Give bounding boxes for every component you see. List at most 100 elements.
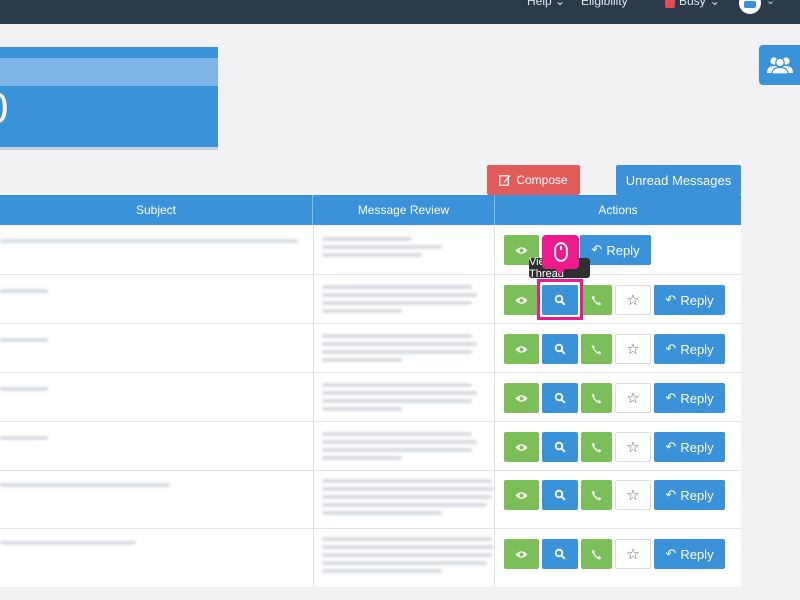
- unread-messages-label: Unread Messages: [625, 172, 732, 188]
- reply-icon: ↶: [665, 546, 677, 561]
- view-thread-button[interactable]: [542, 432, 578, 462]
- blurred-subject: [0, 239, 298, 243]
- nav-eligibility[interactable]: Eligibility: [581, 0, 628, 8]
- mouse-icon: [553, 242, 568, 262]
- search-icon: [554, 548, 566, 560]
- column-header-subject[interactable]: Subject: [0, 195, 313, 225]
- mouse-click-indicator: [542, 235, 579, 269]
- blurred-review: [322, 383, 472, 387]
- eye-icon: [515, 345, 528, 353]
- search-icon: [554, 343, 566, 355]
- call-button[interactable]: [581, 432, 612, 462]
- call-button[interactable]: [581, 383, 612, 413]
- eye-icon: [515, 443, 528, 451]
- reply-button[interactable]: ↶ Reply: [654, 383, 725, 413]
- reply-label: Reply: [606, 242, 640, 258]
- blurred-review: [322, 309, 402, 313]
- status-dropdown[interactable]: Busy ⌄: [665, 0, 720, 8]
- star-icon: ☆: [626, 439, 640, 456]
- blurred-review: [322, 358, 402, 362]
- blurred-review: [322, 440, 477, 444]
- view-thread-button[interactable]: [542, 334, 578, 364]
- unread-messages-button[interactable]: Unread Messages: [616, 165, 741, 195]
- call-button[interactable]: [581, 285, 612, 315]
- reply-label: Reply: [680, 487, 714, 503]
- reply-icon: ↶: [591, 242, 603, 257]
- reply-icon: ↶: [665, 292, 677, 307]
- blurred-subject: [0, 289, 48, 293]
- view-button[interactable]: [504, 432, 539, 462]
- star-button[interactable]: ☆: [615, 539, 651, 569]
- blurred-subject: [0, 387, 48, 391]
- view-thread-button[interactable]: [542, 480, 578, 510]
- reply-button[interactable]: ↶ Reply: [654, 334, 725, 364]
- reply-label: Reply: [680, 341, 714, 357]
- phone-icon: [591, 442, 602, 452]
- star-button[interactable]: ☆: [615, 285, 651, 315]
- call-button[interactable]: [581, 480, 612, 510]
- blurred-review: [322, 432, 472, 436]
- view-button[interactable]: [504, 480, 539, 510]
- reply-button[interactable]: ↶ Reply: [580, 235, 651, 265]
- chevron-down-icon[interactable]: ⌄: [766, 0, 775, 7]
- nav-eligibility-label: Eligibility: [581, 0, 628, 8]
- nav-help[interactable]: Help ⌄: [527, 0, 565, 8]
- table-header: Subject Message Review Actions: [0, 195, 741, 225]
- phone-icon: [591, 393, 602, 403]
- call-button[interactable]: [581, 539, 612, 569]
- reply-icon: ↶: [665, 390, 677, 405]
- blurred-review: [322, 487, 494, 491]
- reply-button[interactable]: ↶ Reply: [654, 432, 725, 462]
- search-icon: [554, 489, 566, 501]
- star-button[interactable]: ☆: [615, 432, 651, 462]
- star-icon: ☆: [626, 292, 640, 309]
- blurred-review: [322, 245, 442, 249]
- blurred-subject: [0, 541, 136, 545]
- blurred-review: [322, 407, 402, 411]
- compose-button[interactable]: Compose: [487, 165, 580, 195]
- blurred-review: [322, 293, 477, 297]
- star-button[interactable]: ☆: [615, 334, 651, 364]
- column-header-message-review[interactable]: Message Review: [313, 195, 495, 225]
- blurred-review: [322, 495, 492, 499]
- blurred-review: [322, 569, 442, 573]
- star-button[interactable]: ☆: [615, 480, 651, 510]
- side-users-tab[interactable]: [759, 45, 800, 85]
- view-button[interactable]: [504, 539, 539, 569]
- reply-button[interactable]: ↶ Reply: [654, 539, 725, 569]
- reply-icon: ↶: [665, 439, 677, 454]
- phone-icon: [591, 490, 602, 500]
- status-label: Busy: [679, 0, 706, 8]
- star-icon: ☆: [626, 546, 640, 563]
- view-button[interactable]: [504, 383, 539, 413]
- blurred-review: [322, 334, 472, 338]
- phone-icon: [591, 549, 602, 559]
- blurred-review: [322, 301, 472, 305]
- nav-help-label: Help: [527, 0, 552, 8]
- blurred-review: [322, 503, 487, 507]
- view-button[interactable]: [504, 334, 539, 364]
- reply-button[interactable]: ↶ Reply: [654, 480, 725, 510]
- blurred-review: [322, 399, 472, 403]
- call-button[interactable]: [581, 334, 612, 364]
- star-button[interactable]: ☆: [615, 383, 651, 413]
- reply-label: Reply: [680, 292, 714, 308]
- search-icon: [554, 441, 566, 453]
- view-thread-button[interactable]: [542, 539, 578, 569]
- view-thread-button[interactable]: [542, 383, 578, 413]
- reply-button[interactable]: ↶ Reply: [654, 285, 725, 315]
- view-button[interactable]: [504, 285, 539, 315]
- search-icon: [554, 392, 566, 404]
- top-navbar: Help ⌄ Eligibility Busy ⌄ ⌄: [0, 0, 800, 24]
- blurred-review: [322, 456, 402, 460]
- stat-card-band: [0, 58, 218, 86]
- blurred-subject: [0, 483, 170, 487]
- click-highlight: [537, 279, 583, 320]
- reply-icon: ↶: [665, 341, 677, 356]
- reply-label: Reply: [680, 390, 714, 406]
- eye-icon: [515, 550, 528, 558]
- compose-label: Compose: [516, 173, 568, 187]
- avatar[interactable]: [739, 0, 761, 14]
- eye-icon: [515, 296, 528, 304]
- blurred-subject: [0, 338, 48, 342]
